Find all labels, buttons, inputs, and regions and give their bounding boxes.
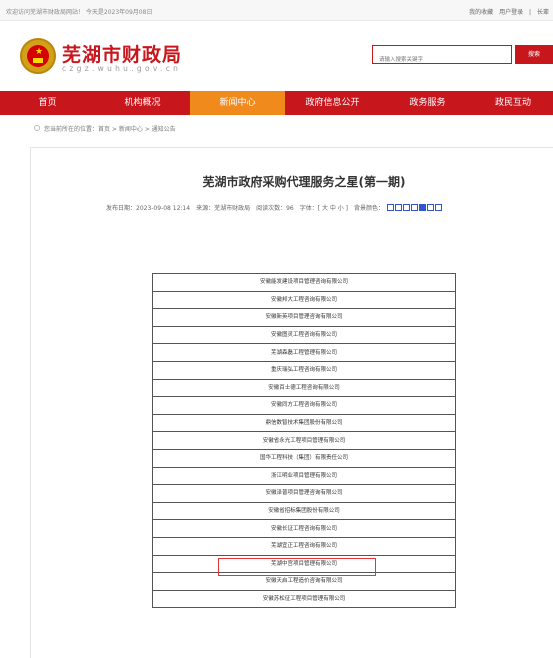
separator: | (529, 9, 532, 16)
table-row: 安徽能发建设项目管理咨询有限公司 (152, 273, 456, 292)
elder-mode-link[interactable]: 长辈 (537, 9, 549, 16)
table-row: 国华工程科技（集团）有限责任公司 (152, 448, 456, 468)
company-cell: 安徽能发建设项目管理咨询有限公司 (152, 273, 456, 292)
company-cell: 重庆瑞弘工程咨询有限公司 (152, 360, 456, 380)
bg-color-swatch[interactable] (434, 204, 442, 211)
company-cell-highlighted: 芜湖宜正工程咨询有限公司 (152, 536, 456, 556)
table-row: 芜湖森磊工程管理有限公司 (152, 343, 456, 362)
table-row: 安徽省永光工程项目管理有限公司 (152, 431, 456, 450)
nav-item-news[interactable]: 新闻中心 (190, 91, 285, 115)
bg-color-swatch[interactable] (394, 204, 402, 211)
search-box (372, 45, 512, 68)
company-cell: 安徽泽普项目管理咨询有限公司 (152, 484, 456, 503)
table-row: 安徽苏松征工程项目管理有限公司 (152, 589, 456, 609)
search-input[interactable] (373, 52, 509, 68)
company-cell: 安徽邦大工程咨询有限公司 (152, 290, 456, 310)
site-logo-text[interactable]: 芜湖市财政局 (62, 40, 182, 67)
table-row: 安徽省招标集团股份有限公司 (152, 501, 456, 521)
top-bar: 欢迎访问芜湖市财政局网站！ 今天是2023年09月08日 我的收藏 用户登录 |… (0, 0, 553, 21)
article-meta: 发布日期：2023-09-08 12:14 来源：芜湖市财政局 阅读次数：96 … (106, 203, 442, 212)
table-row: 安徽图灵工程咨询有限公司 (152, 325, 456, 345)
company-cell: 国华工程科技（集团）有限责任公司 (152, 448, 456, 468)
table-row: 安徽长证工程咨询有限公司 (152, 519, 456, 538)
bg-color-swatch[interactable] (410, 204, 418, 211)
table-row: 安徽泽普项目管理咨询有限公司 (152, 484, 456, 503)
article-title: 芜湖市政府采购代理服务之星(第一期) (202, 175, 406, 189)
national-emblem-icon: ★ (20, 38, 56, 74)
main-nav: 首页 机构概况 新闻中心 政府信息公开 政务服务 政民互动 (0, 91, 553, 115)
company-cell: 鼎信数智技术集团股份有限公司 (152, 413, 456, 433)
login-link[interactable]: 用户登录 (499, 9, 523, 16)
location-pin-icon (34, 125, 40, 131)
nav-item-info-disclosure[interactable]: 政府信息公开 (285, 91, 380, 115)
bg-color-swatch[interactable] (418, 204, 426, 211)
company-cell: 安徽长证工程咨询有限公司 (152, 519, 456, 538)
table-row: 安徽新英项目管理咨询有限公司 (152, 308, 456, 327)
company-cell: 安徽省招标集团股份有限公司 (152, 501, 456, 521)
welcome-text: 欢迎访问芜湖市财政局网站！ 今天是2023年09月08日 (6, 9, 153, 16)
table-row: 安徽百士德工程咨询有限公司 (152, 378, 456, 398)
nav-item-home[interactable]: 首页 (0, 91, 95, 115)
company-cell: 安徽图灵工程咨询有限公司 (152, 325, 456, 345)
nav-item-interaction[interactable]: 政民互动 (475, 91, 553, 115)
company-cell: 安徽苏松征工程项目管理有限公司 (152, 589, 456, 609)
company-cell: 安徽同方工程咨询有限公司 (152, 396, 456, 415)
company-cell: 安徽百士德工程咨询有限公司 (152, 378, 456, 398)
company-cell: 安徽省永光工程项目管理有限公司 (152, 431, 456, 450)
meta-text: 发布日期：2023-09-08 12:14 来源：芜湖市财政局 阅读次数：96 … (106, 205, 385, 212)
company-cell: 浙江明业项目管理有限公司 (152, 466, 456, 486)
highlight-box (218, 558, 376, 576)
bg-color-swatch[interactable] (402, 204, 410, 211)
company-cell: 安徽新英项目管理咨询有限公司 (152, 308, 456, 327)
site-domain-text: czgz.wuhu.gov.cn (62, 64, 182, 73)
favorites-link[interactable]: 我的收藏 (469, 9, 493, 16)
table-row: 芜湖宜正工程咨询有限公司 (152, 536, 456, 556)
table-row: 鼎信数智技术集团股份有限公司 (152, 413, 456, 433)
table-row: 浙江明业项目管理有限公司 (152, 466, 456, 486)
top-links: 我的收藏 用户登录 | 长辈 (469, 7, 553, 16)
bg-color-swatch[interactable] (426, 204, 434, 211)
nav-item-organization[interactable]: 机构概况 (95, 91, 190, 115)
nav-item-services[interactable]: 政务服务 (380, 91, 475, 115)
search-button[interactable]: 搜索 (515, 45, 553, 64)
table-row: 安徽同方工程咨询有限公司 (152, 396, 456, 415)
bg-color-swatch[interactable] (386, 204, 394, 211)
table-row: 安徽邦大工程咨询有限公司 (152, 290, 456, 310)
breadcrumb: 您当前所在的位置：首页 > 新闻中心 > 通知公告 (44, 124, 176, 133)
breadcrumb-text: 您当前所在的位置：首页 > 新闻中心 > 通知公告 (44, 126, 176, 133)
company-cell: 芜湖森磊工程管理有限公司 (152, 343, 456, 362)
table-row: 重庆瑞弘工程咨询有限公司 (152, 360, 456, 380)
